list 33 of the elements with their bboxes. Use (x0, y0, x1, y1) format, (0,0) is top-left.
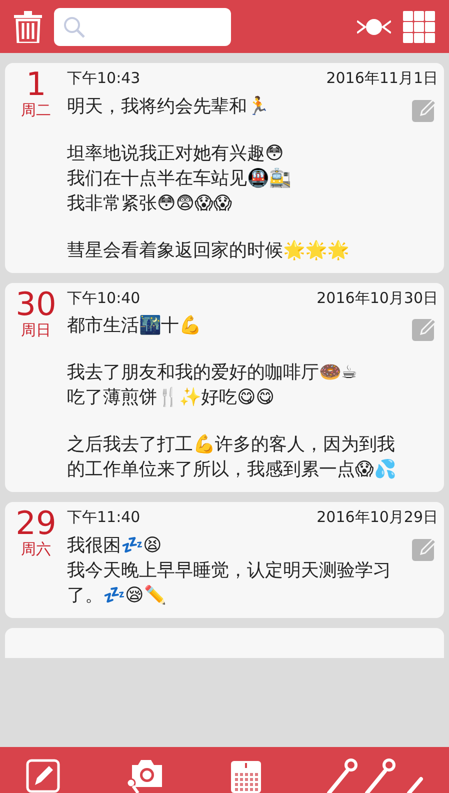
grid-icon[interactable] (403, 10, 435, 42)
entry-text: 彗星会看着象返回家的时候🌟🌟🌟 (67, 238, 350, 262)
wrench-icon[interactable] (326, 757, 423, 793)
entry-text: 之后我去了打工💪许多的客人，因为到我的工作单位来了所以，我感到累一点😱💦 (67, 433, 397, 482)
entry-text: 都市生活🌃十💪 (67, 314, 202, 338)
calendar-icon[interactable] (230, 759, 261, 793)
entry-date: 2016年11月1日 (326, 68, 438, 89)
diary-entry-card[interactable]: 1 周二 下午10:43 2016年11月1日 明天，我将约会先辈和🏃 坦率地说我正对她有兴趣😳 我们在十点半在车站见🚇🚉 我非常紧张😳😨😱😱 彗星会看着象返回家的时候🌟🌟🌟 (5, 63, 444, 272)
entry-time: 下午10:43 (67, 68, 140, 89)
entry-text: 我很困💤😫 (67, 534, 163, 558)
search-field[interactable] (54, 8, 231, 46)
search-icon (62, 14, 86, 38)
day-number: 29 (16, 506, 56, 540)
diary-entry-card[interactable]: 29 周六 下午11:40 2016年10月29日 我很困💤😫 我今天晚上早早睡觉，认定明天测验学习了。💤😪✏ (5, 502, 444, 618)
day-number: 30 (16, 286, 56, 320)
entry-text: 我们在十点半在车站见🚇🚉 (67, 166, 292, 190)
entry-text: 吃了薄煎饼🍴✨好吃😋😋 (67, 386, 276, 410)
weekday-label: 周日 (21, 320, 51, 338)
entry-text: 我今天晚上早早睡觉，认定明天测验学习了。💤😪✏ (67, 558, 392, 608)
entry-time: 下午10:40 (67, 288, 140, 308)
weekday-label: 周六 (21, 540, 51, 558)
diary-entry-card[interactable]: 30 周日 下午10:40 2016年10月30日 都市生活🌃十💪 我去了朋友和我的爱好的咖啡厅🍩☕ 吃了薄煎饼🍴✨好吃😋😋 之后我去了打工💪许多的客人，因为到我的工作单位来了所以，我感到累一点😱💦 (5, 282, 444, 492)
day-number: 1 (26, 67, 46, 101)
entry-text: 明天，我将约会先辈和🏃 (67, 94, 270, 118)
weekday-label: 周二 (21, 101, 51, 119)
pencil-square-icon[interactable] (26, 759, 60, 793)
entry-text: 我去了朋友和我的爱好的咖啡厅🍩☕ (67, 361, 358, 385)
entry-text: 我非常紧张😳😨😱😱 (67, 192, 234, 216)
trash-icon[interactable] (14, 10, 42, 42)
entry-text: 坦率地说我正对她有兴趣😳 (67, 142, 285, 166)
entry-date: 2016年10月30日 (316, 288, 438, 308)
entry-date: 2016年10月29日 (316, 507, 438, 528)
entry-time: 下午11:40 (67, 507, 140, 528)
